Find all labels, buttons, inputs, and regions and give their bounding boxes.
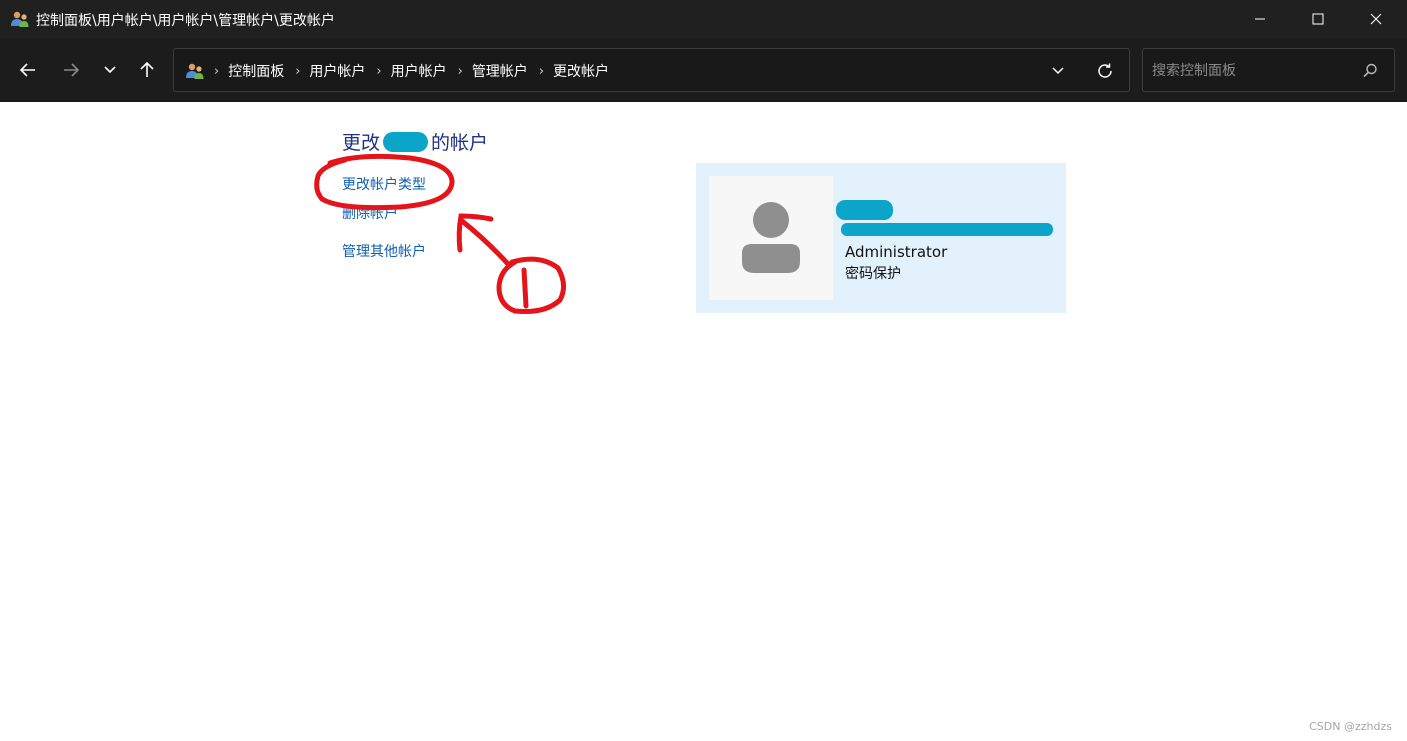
- minimize-button[interactable]: [1231, 0, 1289, 38]
- address-bar[interactable]: › 控制面板 › 用户帐户 › 用户帐户 › 管理帐户 › 更改帐户: [173, 48, 1130, 92]
- recent-locations-button[interactable]: [96, 56, 124, 84]
- redacted-username: [383, 131, 429, 152]
- breadcrumb: › 控制面板 › 用户帐户 › 用户帐户 › 管理帐户 › 更改帐户: [214, 61, 620, 81]
- address-history-button[interactable]: [1047, 61, 1069, 81]
- breadcrumb-item[interactable]: 用户帐户: [391, 61, 447, 81]
- manage-other-accounts-link[interactable]: 管理其他帐户: [342, 241, 426, 261]
- up-button[interactable]: [133, 56, 161, 84]
- title-bar: 控制面板\用户帐户\用户帐户\管理帐户\更改帐户: [0, 0, 1407, 38]
- red-annotation: [314, 153, 566, 314]
- delete-account-link[interactable]: 删除帐户: [342, 203, 398, 223]
- close-icon: [1370, 13, 1382, 25]
- arrow-up-icon: [140, 61, 154, 77]
- annotation-arrow-head: [456, 213, 494, 253]
- forward-button[interactable]: [57, 56, 85, 84]
- redacted-account-email: [841, 223, 1053, 236]
- search-icon[interactable]: [1360, 61, 1380, 81]
- chevron-down-icon: [1052, 67, 1064, 75]
- refresh-button[interactable]: [1093, 59, 1117, 83]
- chevron-right-icon[interactable]: ›: [295, 64, 300, 79]
- account-type: Administrator: [845, 243, 948, 261]
- account-card: Administrator 密码保护: [696, 163, 1066, 313]
- refresh-icon: [1098, 63, 1112, 78]
- chevron-right-icon[interactable]: ›: [539, 64, 544, 79]
- annotation-number-stroke: [521, 267, 529, 309]
- user-placeholder-icon: [742, 202, 800, 273]
- breadcrumb-item[interactable]: 控制面板: [228, 61, 284, 81]
- chevron-right-icon[interactable]: ›: [214, 64, 219, 79]
- close-button[interactable]: [1347, 0, 1405, 38]
- watermark: CSDN @zzhdzs: [1309, 720, 1392, 733]
- arrow-right-icon: [64, 63, 80, 77]
- page-title: 更改 的帐户: [342, 128, 488, 155]
- page-title-prefix: 更改: [342, 132, 381, 154]
- redacted-account-name: [836, 200, 893, 220]
- chevron-right-icon[interactable]: ›: [376, 64, 381, 79]
- annotation-number-circle: [496, 256, 566, 314]
- arrow-left-icon: [19, 63, 35, 77]
- window-title: 控制面板\用户帐户\用户帐户\管理帐户\更改帐户: [36, 13, 335, 29]
- navigation-bar: › 控制面板 › 用户帐户 › 用户帐户 › 管理帐户 › 更改帐户: [0, 38, 1407, 102]
- maximize-icon: [1312, 13, 1324, 25]
- search-box[interactable]: [1142, 48, 1395, 92]
- minimize-icon: [1255, 18, 1265, 20]
- back-button[interactable]: [14, 56, 42, 84]
- avatar: [709, 176, 833, 300]
- maximize-button[interactable]: [1289, 0, 1347, 38]
- search-input[interactable]: [1152, 60, 1352, 82]
- breadcrumb-item[interactable]: 管理帐户: [472, 61, 528, 81]
- annotation-arrow-shaft: [459, 218, 512, 268]
- users-app-icon: [11, 11, 29, 27]
- page-title-suffix: 的帐户: [431, 132, 489, 154]
- change-account-type-link[interactable]: 更改帐户类型: [342, 174, 426, 194]
- chevron-down-icon: [104, 66, 116, 74]
- users-icon: [186, 63, 204, 79]
- password-status: 密码保护: [845, 266, 901, 282]
- breadcrumb-item[interactable]: 更改帐户: [553, 61, 609, 81]
- breadcrumb-item[interactable]: 用户帐户: [309, 61, 365, 81]
- chevron-right-icon[interactable]: ›: [458, 64, 463, 79]
